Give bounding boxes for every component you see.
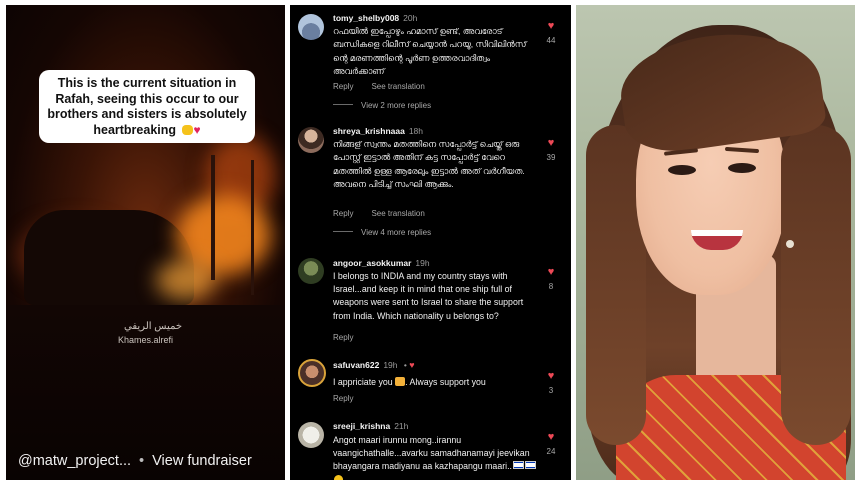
avatar[interactable] [298,258,324,284]
broken-heart-emoji-icon: ♥ [193,122,201,137]
comment-time: 19h [415,258,430,268]
view-more-replies-button[interactable]: View 4 more replies [333,228,431,237]
comment-username[interactable]: shreya_krishnaaa 18h [333,126,423,136]
comment-text: റഫയിൽ ഇപ്പോഴും ഹമാസ് ഉണ്ട്, അവരോട് ബന്ധി… [333,26,527,76]
separator-dot: • [403,360,407,370]
comment-time: 20h [403,13,418,23]
portrait-photo [576,5,855,480]
comment-text: നിങ്ങള് സ്വന്തം മതത്തിനെ സപ്പോർട്ട് ചെയ്… [333,139,525,189]
see-translation-button[interactable]: See translation [371,82,424,91]
heart-icon[interactable]: ♥ [545,370,557,382]
like-count: 3 [548,386,554,395]
comment-actions: Reply See translation [333,209,425,218]
video-panel: This is the current situation in Rafah, … [6,5,285,480]
video-caption: This is the current situation in Rafah, … [39,70,255,143]
comment-text: I belongs to INDIA and my country stays … [333,271,524,321]
watermark-arabic: خميس الريفي [124,321,183,332]
avatar[interactable] [298,422,324,448]
comment-time: 18h [408,126,424,136]
comment-time: 19h [383,360,398,370]
like-count: 44 [546,36,556,45]
like-count: 8 [548,282,554,291]
heart-icon[interactable]: ♥ [545,137,557,149]
fire-glow [156,260,216,300]
view-fundraiser-link[interactable]: View fundraiser [152,453,252,469]
reply-button[interactable]: Reply [333,394,353,403]
caption-text: This is the current situation in Rafah, … [47,76,247,137]
avatar[interactable] [298,359,326,387]
avatar[interactable] [298,14,324,40]
like-count: 24 [546,447,556,456]
comment-username[interactable]: angoor_asokkumar 19h [333,258,430,268]
israel-flag-emoji-icon [513,461,524,470]
israel-flag-emoji-icon [525,461,536,470]
pole-silhouette [251,160,254,295]
hair [781,125,851,445]
view-more-replies-button[interactable]: View 2 more replies [333,101,431,110]
heart-icon[interactable]: ♥ [545,20,557,32]
avatar[interactable] [298,127,324,153]
like-count: 39 [546,153,556,162]
comment-actions: Reply [333,333,353,342]
comment-text: Angot maari irunnu mong..irannu vaangich… [333,434,538,480]
smiley-emoji-icon [334,474,343,480]
comment-username[interactable]: sreeji_krishna 21h [333,421,408,431]
reply-button[interactable]: Reply [333,333,353,342]
eye [728,163,756,173]
comment-username[interactable]: tomy_shelby008 20h [333,13,417,23]
pole-silhouette [211,155,215,280]
heart-icon[interactable]: ♥ [545,431,557,443]
comment-time: 21h [394,421,409,431]
separator-dot: • [139,453,145,469]
earring [786,240,794,248]
thumbs-up-emoji-icon [395,377,406,386]
eye [668,165,696,175]
comment-actions: Reply See translation [333,82,425,91]
fundraiser-bar: @matw_project... • View fundraiser [18,453,252,469]
watermark-handle: Khames.alrefi [118,335,174,345]
comment-actions: Reply [333,394,353,403]
folded-hands-emoji-icon [181,124,193,135]
comment-text: I appriciate you . Always support you [333,377,486,387]
reply-button[interactable]: Reply [333,82,353,91]
comments-panel: tomy_shelby008 20h റഫയിൽ ഇപ്പോഴും ഹമാസ് ഉ… [290,5,571,480]
liked-by-author-heart-icon: ♥ [409,360,415,370]
see-translation-button[interactable]: See translation [371,209,424,218]
account-handle-link[interactable]: @matw_project... [18,453,131,469]
heart-icon[interactable]: ♥ [545,266,557,278]
reply-button[interactable]: Reply [333,209,353,218]
comment-username[interactable]: safuvan622 19h • ♥ [333,360,415,370]
